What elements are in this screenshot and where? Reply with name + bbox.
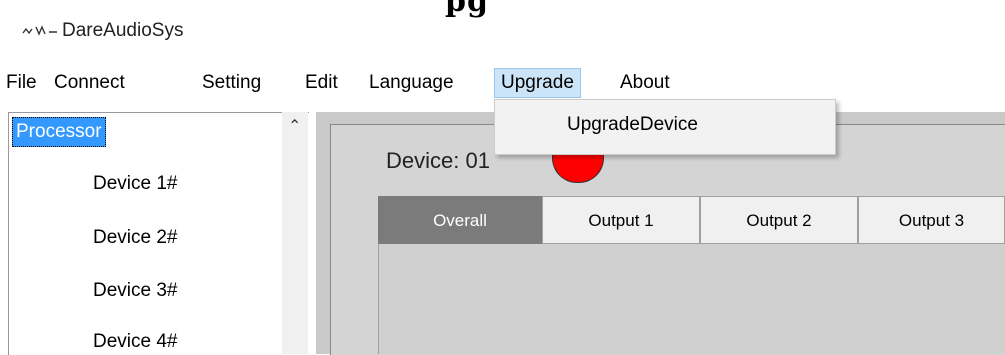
tab-output-1[interactable]: Output 1 [542,196,700,244]
upgrade-dropdown-menu: UpgradeDevice [494,99,836,155]
tree-item-device-2[interactable]: Device 2# [93,227,178,249]
menu-bar: File Connect Setting Edit Language Upgra… [0,68,1005,98]
menu-setting[interactable]: Setting [196,68,267,98]
menu-item-upgrade-device[interactable]: UpgradeDevice [567,114,698,136]
menu-edit[interactable]: Edit [299,68,344,98]
app-icon [22,25,57,36]
tree-item-device-1[interactable]: Device 1# [93,173,178,195]
menu-about[interactable]: About [614,68,676,98]
tree-item-device-3[interactable]: Device 3# [93,280,178,302]
tab-overall[interactable]: Overall [378,196,542,244]
menu-language[interactable]: Language [363,68,460,98]
tree-item-processor[interactable]: Processor [12,117,106,147]
menu-file[interactable]: File [0,68,43,98]
tab-output-3[interactable]: Output 3 [858,196,1005,244]
window-title: DareAudioSys [62,20,184,41]
tree-item-device-4[interactable]: Device 4# [93,331,178,353]
tab-panel [378,244,1005,354]
device-label: Device: 01 [386,148,490,173]
tab-output-2[interactable]: Output 2 [700,196,858,244]
scroll-up-icon[interactable]: ⌃ [288,116,301,136]
menu-connect[interactable]: Connect [48,68,131,98]
tree-scrollbar[interactable]: ⌃ [282,112,308,354]
title-bar: DareAudioSys [0,0,1005,62]
menu-upgrade[interactable]: Upgrade [494,68,581,98]
device-tree: Processor Device 1# Device 2# Device 3# … [8,112,309,355]
